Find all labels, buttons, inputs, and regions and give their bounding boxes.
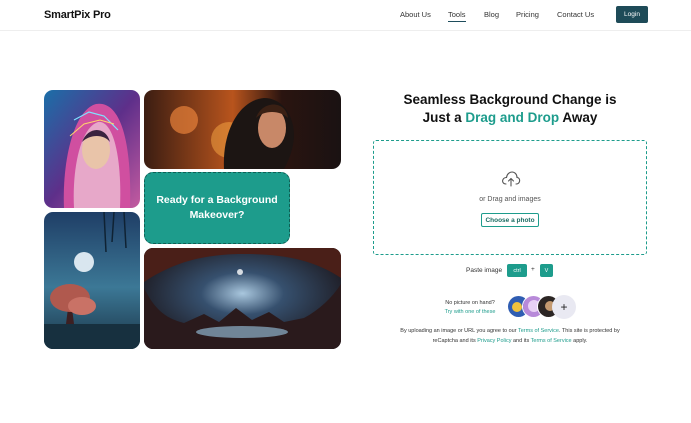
nav-tools[interactable]: Tools xyxy=(448,10,466,22)
hero-headline: Seamless Background Change is Just a Dra… xyxy=(372,91,648,126)
headline-line2-start: Just a xyxy=(422,109,466,125)
nav-contact-us[interactable]: Contact Us xyxy=(557,10,594,19)
privacy-policy-link[interactable]: Privacy Policy xyxy=(477,338,511,344)
terms-of-service-link[interactable]: Terms of Service xyxy=(518,328,559,334)
legal-notice: By uploading an image or URL you agree t… xyxy=(390,327,630,346)
choose-photo-button[interactable]: Choose a photo xyxy=(481,213,539,227)
double-exposure-woman-image xyxy=(144,90,341,169)
terms-text-3: and its xyxy=(511,337,531,344)
ctrl-key-badge: ctrl xyxy=(507,264,527,277)
headline-line2-end: Away xyxy=(559,109,598,125)
terms-text-1: By uploading an image or URL you agree t… xyxy=(400,328,518,334)
try-sample-link[interactable]: Try with one of these xyxy=(445,309,496,315)
nav-about-us[interactable]: About Us xyxy=(400,10,431,19)
top-nav-bar: SmartPix Pro About Us Tools Blog Pricing… xyxy=(0,0,691,31)
sample-prompt: No picture on hand? Try with one of thes… xyxy=(440,299,500,318)
misty-tree-moon-image xyxy=(44,212,140,349)
terms-of-service-link-2[interactable]: Terms of Service xyxy=(531,338,572,344)
brand-logo[interactable]: SmartPix Pro xyxy=(44,9,111,21)
nav-blog[interactable]: Blog xyxy=(484,10,499,19)
promo-text: Ready for a Background Makeover? xyxy=(156,194,278,221)
headline-accent: Drag and Drop xyxy=(465,109,560,125)
add-sample-icon[interactable]: + xyxy=(552,295,576,319)
paste-image-label: Paste image xyxy=(466,267,503,274)
no-picture-text: No picture on hand? xyxy=(445,300,495,306)
key-plus: + xyxy=(531,266,535,273)
terms-text-4: apply. xyxy=(571,337,588,344)
hooded-woman-image xyxy=(44,90,140,208)
drag-instruction: or Drag and images xyxy=(479,196,541,203)
nav-pricing[interactable]: Pricing xyxy=(516,10,539,19)
headline-line1: Seamless Background Change is xyxy=(403,92,617,107)
login-button[interactable]: Login xyxy=(616,6,648,23)
cosmic-cave-landscape-image xyxy=(144,248,341,349)
cloud-upload-icon xyxy=(502,171,521,187)
upload-dropzone[interactable]: or Drag and images Choose a photo xyxy=(373,140,647,255)
v-key-badge: V xyxy=(540,264,553,277)
promo-card: Ready for a Background Makeover? xyxy=(144,172,290,244)
